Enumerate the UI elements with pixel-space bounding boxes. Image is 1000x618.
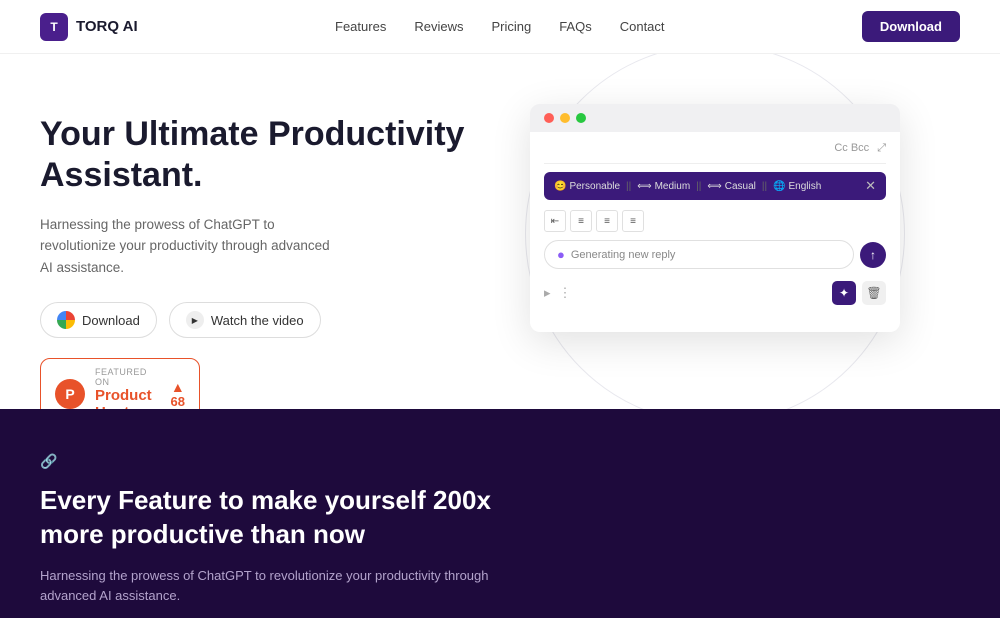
editor-input-row: ● Generating new reply ↑	[544, 240, 886, 269]
browser-bar	[530, 104, 900, 132]
nav-pricing[interactable]: Pricing	[491, 19, 531, 34]
hero-download-button[interactable]: Download	[40, 302, 157, 338]
dot-green	[576, 113, 586, 123]
generating-text: Generating new reply	[571, 249, 676, 261]
personable-icon: 😊	[554, 181, 566, 192]
tool-list2[interactable]: ≡	[596, 210, 618, 232]
hero-right: Cc Bcc ⤢ 😊 Personable || ⟺ Medium ||	[470, 104, 960, 332]
toolbar-close-icon[interactable]: ✕	[865, 178, 876, 194]
email-footer: ▸ ⋮ ✦ 🗑	[544, 273, 886, 305]
footer-right-icons: ✦ 🗑	[832, 281, 886, 305]
toolbar-casual: ⟺ Casual	[707, 181, 755, 192]
section-tag: 🔗	[40, 453, 960, 470]
sep2: ||	[696, 181, 701, 192]
play-icon: ▶	[186, 311, 204, 329]
tool-indent[interactable]: ⇤	[544, 210, 566, 232]
toolbar-medium: ⟺ Medium	[637, 181, 690, 192]
hero-description: Harnessing the prowess of ChatGPT to rev…	[40, 214, 340, 279]
casual-icon: ⟺	[707, 181, 721, 192]
browser-content: Cc Bcc ⤢ 😊 Personable || ⟺ Medium ||	[530, 132, 900, 332]
nav-features[interactable]: Features	[335, 19, 386, 34]
hero-section: Your Ultimate Productivity Assistant. Ha…	[0, 54, 1000, 409]
english-icon: 🌐	[773, 181, 785, 192]
footer-left-icons: ▸ ⋮	[544, 285, 572, 301]
ph-text-block: FEATURED ON Product Hunt	[95, 367, 161, 409]
browser-mockup: Cc Bcc ⤢ 😊 Personable || ⟺ Medium ||	[530, 104, 900, 332]
chrome-icon	[57, 311, 75, 329]
watch-video-button[interactable]: ▶ Watch the video	[169, 302, 321, 338]
nav-contact[interactable]: Contact	[620, 19, 665, 34]
product-hunt-badge[interactable]: P FEATURED ON Product Hunt ▲ 68	[40, 358, 200, 409]
logo-text: TORQ AI	[76, 18, 138, 35]
hero-buttons: Download ▶ Watch the video	[40, 302, 470, 338]
sep3: ||	[762, 181, 767, 192]
email-top-bar: Cc Bcc ⤢	[544, 142, 886, 164]
hero-left: Your Ultimate Productivity Assistant. Ha…	[40, 104, 470, 409]
nav-reviews[interactable]: Reviews	[414, 19, 463, 34]
tool-list1[interactable]: ≡	[570, 210, 592, 232]
ph-count: 68	[171, 394, 185, 409]
delete-button[interactable]: 🗑	[862, 281, 886, 305]
nav-faqs[interactable]: FAQs	[559, 19, 592, 34]
nav-left: T TORQ AI	[40, 13, 138, 41]
ai-button[interactable]: ✦	[832, 281, 856, 305]
toolbar-personable: 😊 Personable	[554, 181, 620, 192]
expand-icon: ⤢	[877, 142, 886, 155]
link-icon: 🔗	[40, 453, 57, 470]
dot-yellow	[560, 113, 570, 123]
nav-links: Features Reviews Pricing FAQs Contact	[335, 19, 665, 34]
tool-list3[interactable]: ≡	[622, 210, 644, 232]
ai-input-field[interactable]: ● Generating new reply	[544, 240, 854, 269]
sep1: ||	[626, 181, 631, 192]
menu-icon: ▸	[544, 285, 551, 301]
dots-icon: ⋮	[559, 285, 572, 301]
ph-arrow-icon: ▲	[171, 380, 185, 394]
send-button[interactable]: ↑	[860, 242, 886, 268]
features-heading: Every Feature to make yourself 200x more…	[40, 484, 540, 552]
medium-icon: ⟺	[637, 181, 651, 192]
hero-title: Your Ultimate Productivity Assistant.	[40, 114, 470, 196]
cc-bcc-label: Cc Bcc	[834, 142, 869, 155]
logo-icon: T	[40, 13, 68, 41]
features-section: 🔗 Every Feature to make yourself 200x mo…	[0, 409, 1000, 618]
ph-upvote: ▲ 68	[171, 380, 185, 409]
ph-name-text: Product Hunt	[95, 387, 161, 409]
spinner-icon: ●	[557, 247, 565, 262]
features-description: Harnessing the prowess of ChatGPT to rev…	[40, 566, 490, 608]
navbar: T TORQ AI Features Reviews Pricing FAQs …	[0, 0, 1000, 54]
video-label: Watch the video	[211, 313, 304, 328]
hero-download-label: Download	[82, 313, 140, 328]
toolbar-english: 🌐 English	[773, 181, 821, 192]
editor-toolbar: ⇤ ≡ ≡ ≡	[544, 210, 886, 232]
dot-red	[544, 113, 554, 123]
ph-featured-text: FEATURED ON	[95, 367, 161, 387]
product-hunt-logo: P	[55, 379, 85, 409]
ai-toolbar: 😊 Personable || ⟺ Medium || ⟺ Casual ||	[544, 172, 886, 200]
nav-download-button[interactable]: Download	[862, 11, 960, 42]
